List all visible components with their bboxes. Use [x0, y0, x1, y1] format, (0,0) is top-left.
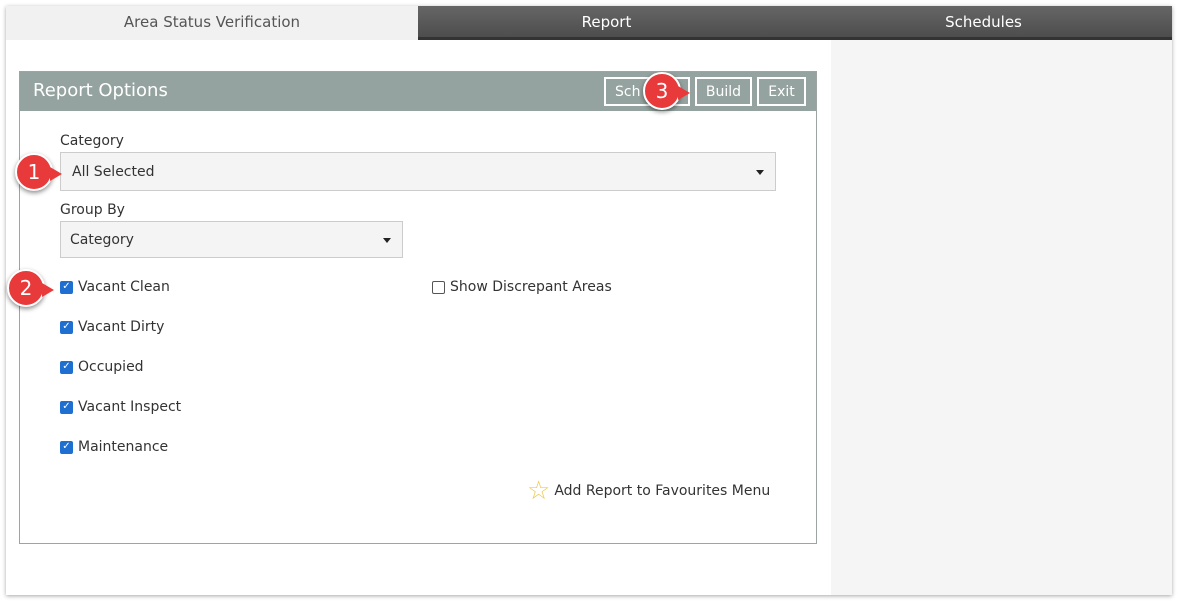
checkbox-label: Maintenance — [78, 439, 169, 455]
checkbox-show-discrepant-areas[interactable]: Show Discrepant Areas — [432, 279, 612, 295]
checkbox-label: Occupied — [78, 359, 144, 375]
tab-bar: Area Status Verification Report Schedule… — [6, 6, 1172, 40]
category-value: All Selected — [72, 163, 155, 180]
checkmark-icon[interactable]: ✓ — [60, 360, 73, 374]
group-by-value: Category — [70, 231, 134, 248]
callout-badge-1: 1 — [15, 153, 62, 191]
caret-down-icon — [756, 169, 764, 175]
checkmark-icon[interactable]: ✓ — [60, 440, 73, 454]
right-side-pane — [831, 40, 1172, 595]
group-by-select[interactable]: Category — [60, 221, 403, 258]
checkbox-maintenance[interactable]: ✓ Maintenance — [60, 439, 168, 455]
checkbox-label: Vacant Dirty — [78, 319, 165, 335]
tab-area-status-verification[interactable]: Area Status Verification — [6, 6, 418, 40]
checkbox-box[interactable] — [432, 280, 445, 294]
panel-header: Report Options Sch Build Exit — [20, 72, 816, 111]
checkmark-icon[interactable]: ✓ — [60, 400, 73, 414]
report-options-panel: Report Options Sch Build Exit Category A… — [19, 71, 817, 544]
callout-badge-2: 2 — [7, 269, 54, 307]
star-icon[interactable]: ☆ — [527, 478, 550, 504]
checkbox-label: Vacant Clean — [78, 279, 170, 295]
checkbox-vacant-dirty[interactable]: ✓ Vacant Dirty — [60, 319, 164, 335]
caret-down-icon — [383, 237, 391, 243]
callout-badge-3: 3 — [643, 72, 690, 110]
favourites-link-label[interactable]: Add Report to Favourites Menu — [554, 483, 770, 499]
tab-schedules[interactable]: Schedules — [795, 6, 1172, 40]
checkbox-occupied[interactable]: ✓ Occupied — [60, 359, 144, 375]
category-select[interactable]: All Selected — [60, 152, 776, 191]
checkbox-vacant-clean[interactable]: ✓ Vacant Clean — [60, 279, 170, 295]
checkmark-icon[interactable]: ✓ — [60, 280, 73, 294]
group-by-label: Group By — [60, 202, 125, 218]
tab-report[interactable]: Report — [418, 6, 795, 40]
build-button[interactable]: Build — [695, 77, 752, 106]
exit-button[interactable]: Exit — [757, 77, 806, 106]
add-to-favourites-link[interactable]: ☆ Add Report to Favourites Menu — [527, 478, 770, 504]
app-window: Area Status Verification Report Schedule… — [6, 6, 1172, 595]
category-label: Category — [60, 133, 124, 149]
checkbox-label: Show Discrepant Areas — [450, 279, 612, 295]
checkmark-icon[interactable]: ✓ — [60, 320, 73, 334]
panel-title: Report Options — [33, 80, 168, 101]
checkbox-label: Vacant Inspect — [78, 399, 182, 415]
checkbox-vacant-inspect[interactable]: ✓ Vacant Inspect — [60, 399, 181, 415]
